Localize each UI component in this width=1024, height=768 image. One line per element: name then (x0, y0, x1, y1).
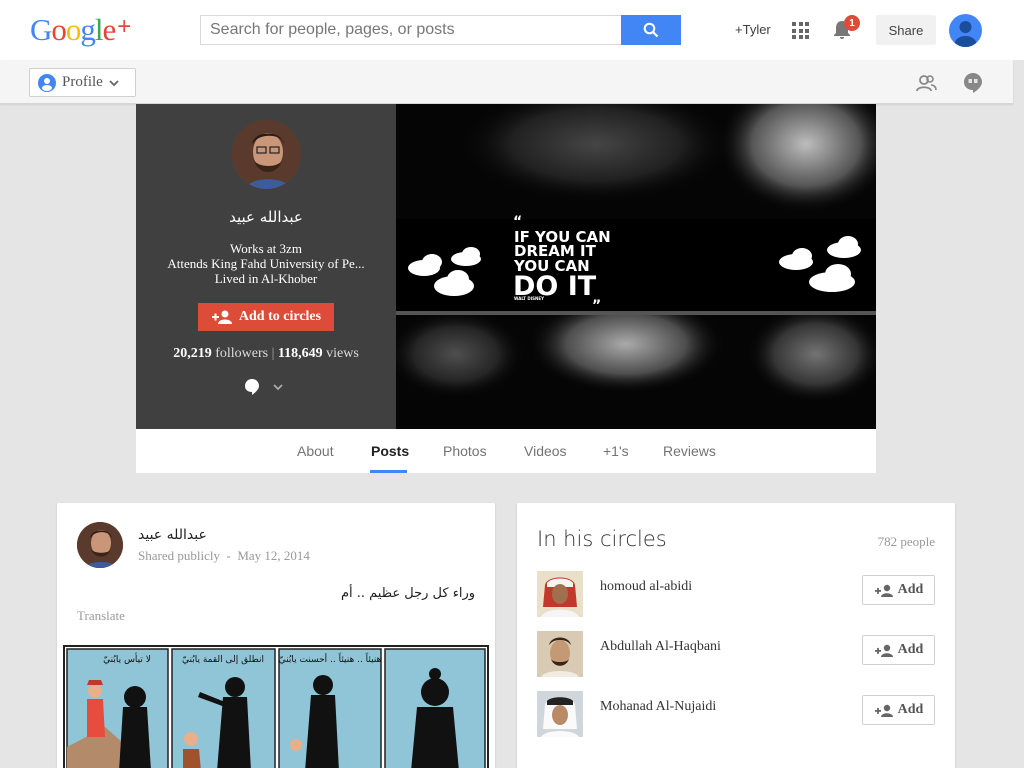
notification-badge: 1 (844, 15, 860, 31)
google-plus-logo[interactable]: G o o g l e + (30, 10, 131, 50)
tab-posts[interactable]: Posts (371, 443, 409, 459)
tab-plus-ones[interactable]: +1's (603, 443, 629, 459)
circle-person: homoud al-abidi Add (537, 571, 937, 617)
chevron-down-icon[interactable] (272, 382, 284, 392)
post-date[interactable]: May 12, 2014 (237, 548, 310, 563)
tab-reviews[interactable]: Reviews (663, 443, 716, 459)
user-profile-link[interactable]: +Tyler (735, 22, 771, 37)
post-meta-separator: - (226, 548, 231, 563)
chevron-down-icon (109, 79, 119, 86)
person-avatar-image (537, 571, 583, 617)
followers-label: followers (215, 346, 269, 361)
people-circles-icon[interactable] (915, 72, 937, 94)
svg-text:”: ” (592, 298, 601, 314)
profile-photo-image (232, 120, 301, 189)
tab-videos[interactable]: Videos (524, 443, 567, 459)
post-author-avatar[interactable] (77, 522, 123, 568)
add-person-icon (874, 704, 893, 717)
logo-letter: g (80, 12, 95, 47)
add-to-circles-label: Add to circles (238, 309, 322, 324)
profile-photo[interactable] (232, 120, 301, 189)
translate-link[interactable]: Translate (77, 608, 125, 624)
cover-photo-image: “ IF YOU CAN DREAM IT YOU CAN DO IT WALT… (396, 104, 876, 429)
logo-letter: e (102, 12, 117, 47)
profile-dropdown-label: Profile (62, 74, 103, 90)
profile-info-panel: عبدالله عبيد Works at 3zm Attends King F… (136, 104, 396, 429)
circle-person: Abdullah Al-Haqbani Add (537, 631, 937, 677)
circle-person: Mohanad Al-Nujaidi Add (537, 691, 937, 737)
add-person-button[interactable]: Add (862, 575, 935, 605)
add-person-button[interactable]: Add (862, 635, 935, 665)
profile-location: Lived in Al-Khober (214, 271, 318, 286)
cover-photo[interactable]: “ IF YOU CAN DREAM IT YOU CAN DO IT WALT… (396, 104, 876, 429)
circles-count[interactable]: 782 people (878, 534, 935, 550)
views-count: 118,649 (277, 346, 323, 361)
logo-plus: + (117, 13, 132, 40)
person-avatar[interactable] (537, 691, 583, 737)
person-avatar[interactable] (537, 631, 583, 677)
profile-dropdown[interactable]: Profile (29, 68, 136, 97)
person-name[interactable]: homoud al-abidi (600, 579, 692, 595)
profile-education: Attends King Fahd University of Pe... (167, 256, 365, 271)
add-button-label: Add (897, 582, 924, 597)
logo-letter: G (30, 12, 52, 47)
post-card: عبدالله عبيد Shared publicly - May 12, 2… (57, 503, 495, 768)
tab-about[interactable]: About (297, 443, 334, 459)
person-avatar-image (537, 691, 583, 737)
add-to-circles-button[interactable]: Add to circles (198, 303, 334, 331)
account-avatar[interactable] (949, 14, 982, 47)
tab-photos[interactable]: Photos (443, 443, 487, 459)
comic-caption: انطلق إلى القمة يابُنيّ (182, 655, 264, 665)
post-comic-image: لا تيأس يابُنيّ انطلق إلى القمة يابُنيّ … (66, 648, 486, 768)
post-image[interactable]: لا تيأس يابُنيّ انطلق إلى القمة يابُنيّ … (63, 645, 489, 768)
person-avatar[interactable] (537, 571, 583, 617)
profile-icon (38, 73, 56, 92)
add-person-icon (874, 644, 893, 657)
post-meta: Shared publicly - May 12, 2014 (138, 548, 310, 564)
search-icon (643, 22, 659, 38)
person-name[interactable]: Abdullah Al-Haqbani (600, 639, 721, 655)
add-person-button[interactable]: Add (862, 695, 935, 725)
profile-name: عبدالله عبيد (229, 208, 303, 226)
user-silhouette-icon (954, 21, 977, 47)
profile-work: Works at 3zm (230, 241, 302, 256)
post-author-avatar-image (77, 522, 123, 568)
search-input[interactable] (201, 16, 621, 44)
post-text: وراء كل رجل عظيم .. أم (340, 586, 475, 601)
add-person-icon (211, 310, 232, 324)
share-button[interactable]: Share (876, 15, 936, 45)
profile-details: Works at 3zm Attends King Fahd Universit… (136, 241, 396, 286)
circles-title[interactable]: In his circles (537, 527, 667, 551)
hangouts-chat-icon[interactable] (244, 378, 260, 396)
search-button[interactable] (621, 15, 681, 45)
views-label: views (326, 346, 359, 361)
circles-card: In his circles 782 people homoud al-abid… (517, 503, 955, 768)
post-author-name[interactable]: عبدالله عبيد (138, 527, 207, 543)
apps-grid-icon[interactable] (792, 22, 809, 39)
logo-letter: o (51, 12, 66, 47)
post-visibility[interactable]: Shared publicly (138, 548, 220, 563)
logo-letter: l (94, 12, 104, 47)
person-name[interactable]: Mohanad Al-Nujaidi (600, 699, 716, 715)
add-button-label: Add (897, 702, 924, 717)
top-bar: G o o g l e + +Tyler 1 Share (0, 0, 1024, 60)
person-avatar-image (537, 631, 583, 677)
followers-count[interactable]: 20,219 (173, 346, 212, 361)
profile-nav-bar: Profile (0, 60, 1013, 104)
add-button-label: Add (897, 642, 924, 657)
search-box (200, 15, 681, 45)
active-tab-indicator (370, 470, 407, 473)
logo-letter: o (65, 12, 81, 47)
profile-tabs: About Posts Photos Videos +1's Reviews (136, 429, 876, 473)
hangouts-icon[interactable] (963, 72, 983, 94)
cover-quote-author: WALT DISNEY (514, 296, 544, 301)
add-person-icon (874, 584, 893, 597)
profile-stats: 20,219 followers | 118,649 views (173, 346, 359, 361)
